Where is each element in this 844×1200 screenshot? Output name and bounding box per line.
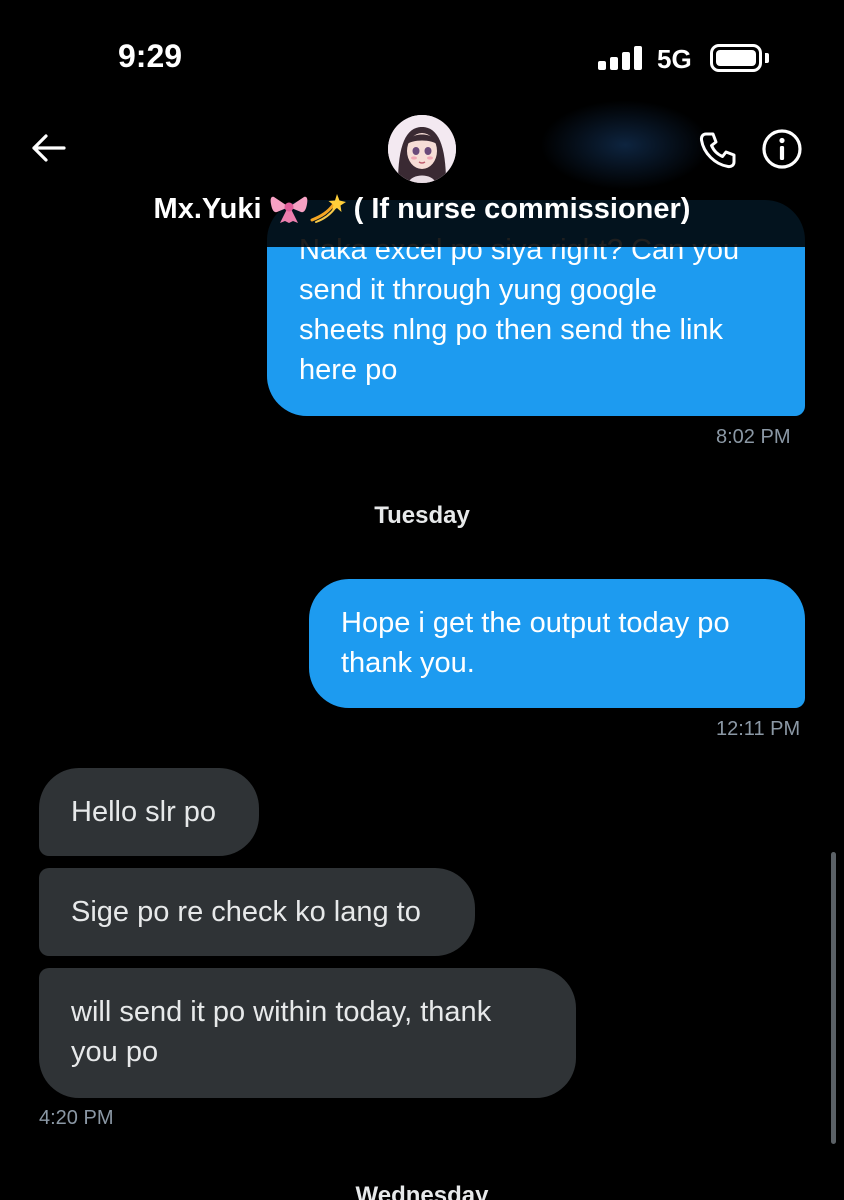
message-bubble-incoming[interactable]: Hello slr po: [39, 768, 259, 856]
cellular-signal-icon: [598, 46, 644, 70]
message-timestamp: 4:20 PM: [39, 1107, 114, 1129]
contact-name[interactable]: Mx.Yuki ( If nurse commissioner): [0, 192, 844, 226]
phone-call-icon[interactable]: [696, 128, 740, 172]
back-arrow-icon[interactable]: [28, 128, 68, 168]
message-text-line: Sige po re check ko lang to: [71, 896, 421, 928]
dizzy-emoji-icon: [308, 192, 346, 224]
conversation-header: 9:29 5G Mx.Yuki (If nurse commissioner): [0, 0, 844, 247]
message-bubble-incoming[interactable]: will send it po within today, thank you …: [39, 968, 576, 1098]
message-bubble-incoming[interactable]: Sige po re check ko lang to: [39, 868, 475, 956]
info-icon[interactable]: [760, 127, 804, 171]
contact-name-text: Mx.Yuki: [153, 193, 262, 225]
avatar[interactable]: [388, 115, 456, 183]
dm-conversation-screen: Naka excel po siya right? Can you send i…: [0, 0, 844, 1200]
message-text-line: sheets nlng po then send the link: [299, 314, 724, 346]
day-separator: Wednesday: [355, 1182, 489, 1200]
battery-cap: [765, 53, 769, 63]
message-text-line: you po: [71, 1036, 159, 1068]
contact-name-suffix: ( If nurse commissioner): [353, 193, 691, 225]
scrollbar[interactable]: [831, 852, 836, 1144]
status-bar-time: 9:29: [118, 38, 183, 74]
message-bubble-outgoing[interactable]: Hope i get the output today po thank you…: [309, 579, 805, 708]
message-timestamp: 8:02 PM: [716, 426, 791, 448]
ribbon-emoji-icon: [270, 192, 308, 224]
message-text-line: Hope i get the output today po: [341, 607, 730, 639]
message-text-line: here po: [299, 354, 398, 386]
message-text-line: Hello slr po: [71, 796, 217, 828]
network-type: 5G: [657, 44, 692, 74]
message-text-line: thank you.: [341, 647, 475, 679]
day-separator: Tuesday: [374, 502, 470, 529]
message-timestamp: 12:11 PM: [716, 718, 801, 740]
message-text-line: send it through yung google: [299, 274, 657, 306]
battery-icon: [710, 44, 762, 72]
message-text-line: will send it po within today, thank: [71, 996, 492, 1028]
header-glow: [540, 100, 710, 190]
